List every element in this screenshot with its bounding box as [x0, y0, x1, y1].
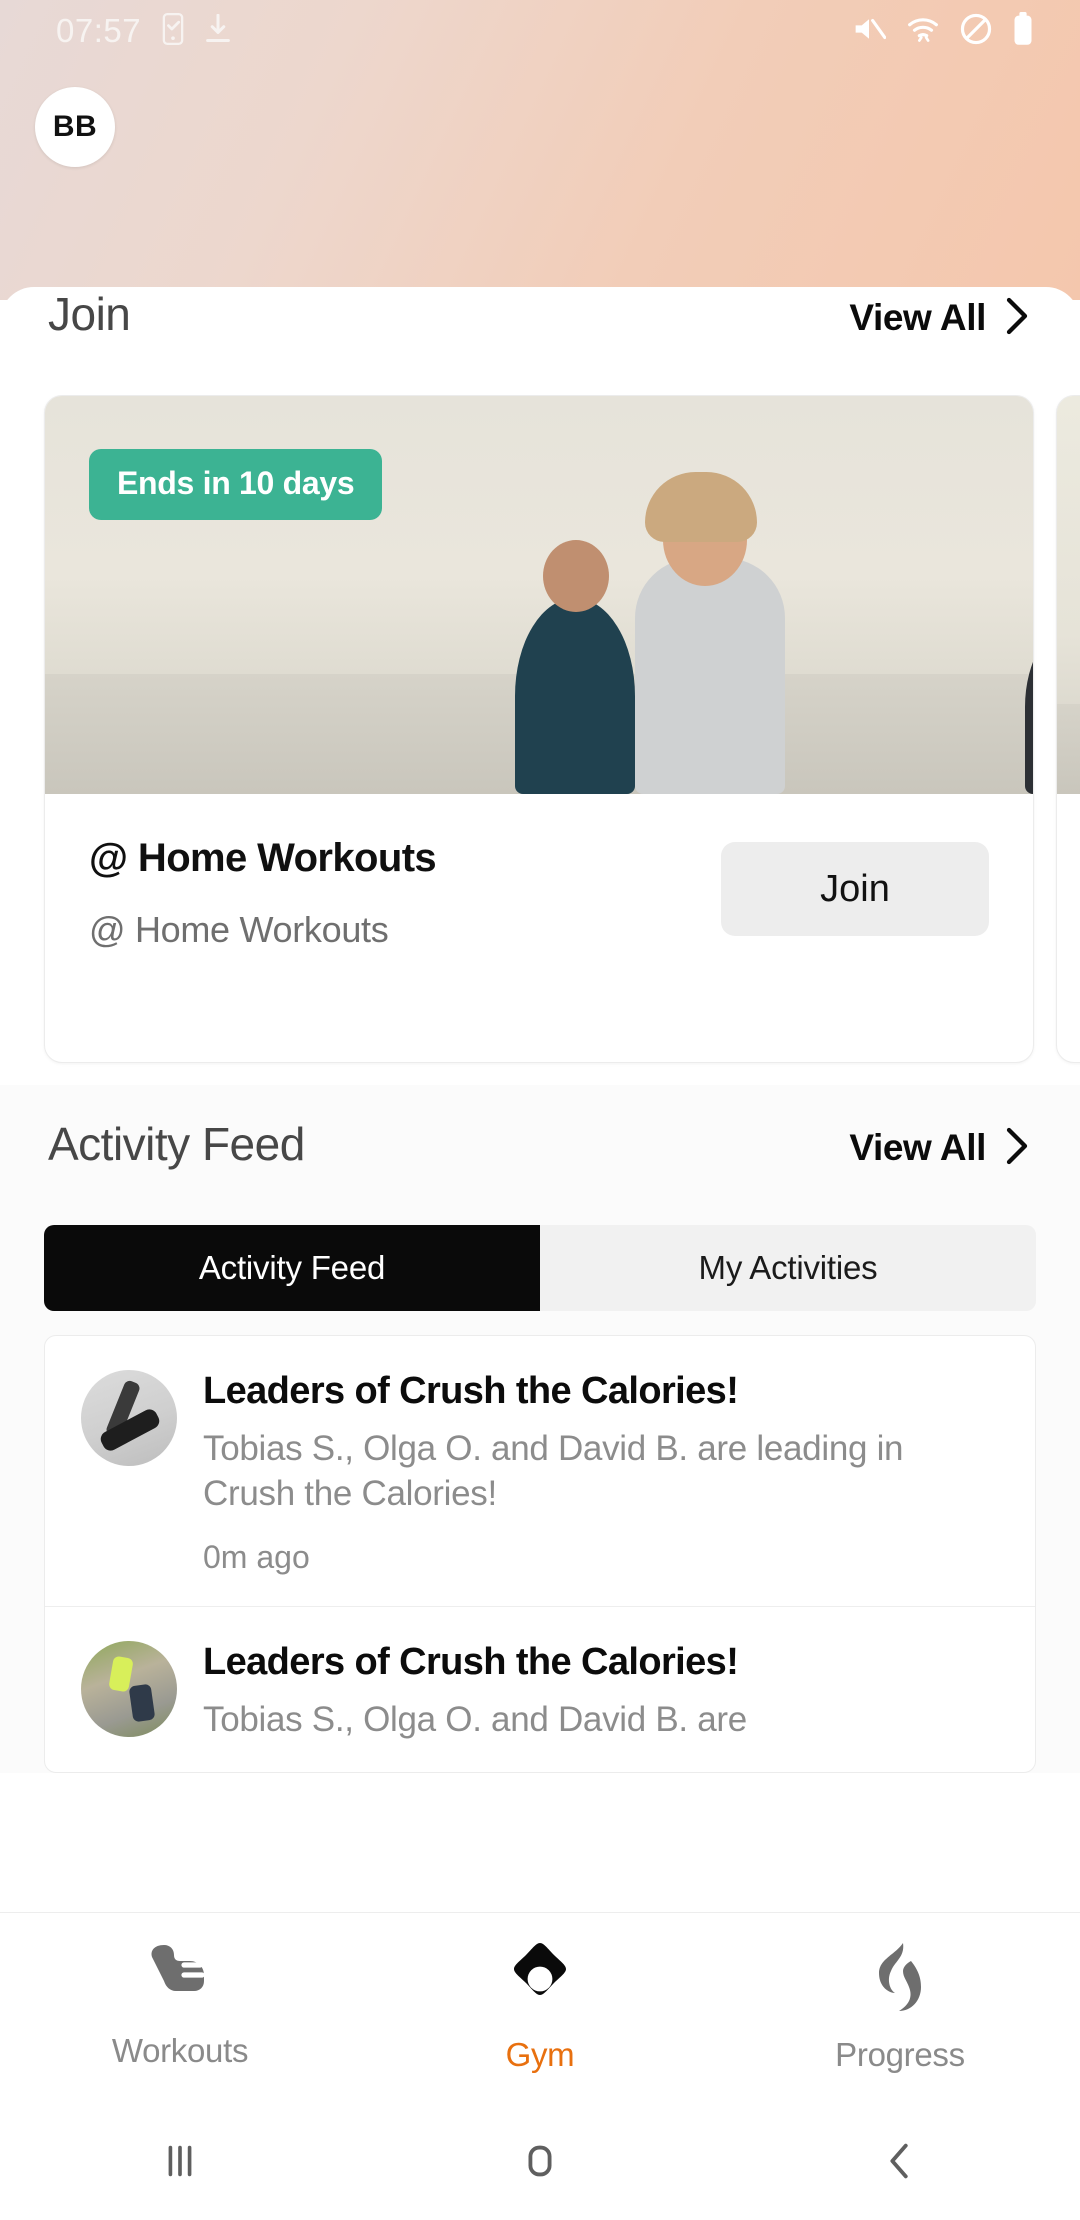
- gym-diamond-icon: [502, 1941, 578, 2022]
- back-icon[interactable]: [720, 2138, 1080, 2184]
- system-navigation-bar: [0, 2102, 1080, 2220]
- avatar[interactable]: BB: [35, 87, 115, 167]
- activity-thumbnail: [81, 1370, 177, 1466]
- challenge-card-body: @ Home Workouts @ Home Workouts Join: [45, 794, 1033, 951]
- challenge-title: @ Home Workouts: [89, 836, 437, 880]
- activity-feed-list: Leaders of Crush the Calories! Tobias S.…: [44, 1335, 1036, 1774]
- activity-tabs[interactable]: Activity Feed My Activities: [44, 1225, 1036, 1311]
- activity-texts: Leaders of Crush the Calories! Tobias S.…: [203, 1641, 999, 1743]
- status-bar-left: 07:57: [0, 12, 231, 50]
- shoe-icon: [140, 1941, 220, 2018]
- chevron-right-icon: [1002, 1126, 1032, 1171]
- do-not-disturb-icon: [960, 13, 992, 50]
- join-view-all-button[interactable]: View All: [849, 296, 1032, 341]
- bottom-navigation: Workouts Gym Progress: [0, 1912, 1080, 2102]
- list-item[interactable]: Leaders of Crush the Calories! Tobias S.…: [45, 1336, 1035, 1606]
- status-bar: 07:57: [0, 0, 1080, 62]
- challenge-card-next-image: [1057, 396, 1080, 794]
- activity-title: Leaders of Crush the Calories!: [203, 1640, 739, 1683]
- mute-icon: [852, 14, 887, 49]
- activity-timestamp: 0m ago: [203, 1538, 310, 1575]
- status-bar-right: [852, 11, 1080, 51]
- list-item[interactable]: Leaders of Crush the Calories! Tobias S.…: [45, 1605, 1035, 1773]
- flame-icon: [865, 1941, 935, 2022]
- join-section-header: Join View All: [0, 287, 1080, 395]
- wifi-icon: [906, 14, 940, 49]
- content-sheet: Join View All Ends in 10 days @ Home Wor…: [0, 287, 1080, 1912]
- download-icon: [205, 13, 231, 49]
- challenge-card-next[interactable]: [1056, 395, 1080, 1063]
- nav-label-workouts: Workouts: [111, 2032, 249, 2069]
- activity-view-all-button[interactable]: View All: [849, 1126, 1032, 1171]
- activity-body: Tobias S., Olga O. and David B. are: [203, 1699, 747, 1739]
- challenge-subtitle: @ Home Workouts: [89, 909, 389, 950]
- tab-my-activities[interactable]: My Activities: [540, 1225, 1036, 1311]
- home-icon[interactable]: [360, 2138, 720, 2184]
- battery-icon: [1012, 11, 1034, 51]
- challenge-card-texts: @ Home Workouts @ Home Workouts: [89, 836, 721, 951]
- activity-body: Tobias S., Olga O. and David B. are lead…: [203, 1429, 904, 1513]
- join-carousel[interactable]: Ends in 10 days @ Home Workouts @ Home W…: [0, 395, 1080, 1085]
- chevron-right-icon: [1002, 296, 1032, 341]
- nav-label-progress: Progress: [835, 2036, 965, 2073]
- challenge-card[interactable]: Ends in 10 days @ Home Workouts @ Home W…: [44, 395, 1034, 1063]
- activity-title: Leaders of Crush the Calories!: [203, 1370, 739, 1412]
- tab-activity-feed[interactable]: Activity Feed: [44, 1225, 540, 1311]
- nav-label-gym: Gym: [505, 2036, 575, 2073]
- activity-section-title: Activity Feed: [48, 1118, 305, 1170]
- activity-view-all-label: View All: [849, 1127, 986, 1168]
- avatar-initials: BB: [52, 110, 98, 143]
- activity-section-header: Activity Feed View All: [0, 1117, 1080, 1225]
- recents-icon[interactable]: [0, 2138, 360, 2184]
- join-view-all-label: View All: [849, 297, 986, 338]
- nav-item-gym[interactable]: Gym: [360, 1913, 720, 2074]
- nav-item-progress[interactable]: Progress: [720, 1913, 1080, 2074]
- activity-thumbnail: [81, 1640, 177, 1737]
- challenge-badge: Ends in 10 days: [89, 449, 383, 520]
- join-button[interactable]: Join: [721, 842, 989, 936]
- activity-texts: Leaders of Crush the Calories! Tobias S.…: [203, 1370, 999, 1576]
- join-section-title: Join: [48, 288, 131, 340]
- task-icon: [159, 12, 187, 50]
- status-bar-clock: 07:57: [56, 12, 142, 49]
- activity-feed-section: Activity Feed View All Activity Feed My …: [0, 1085, 1080, 1774]
- challenge-card-image: Ends in 10 days: [45, 396, 1033, 794]
- nav-item-workouts[interactable]: Workouts: [0, 1913, 360, 2070]
